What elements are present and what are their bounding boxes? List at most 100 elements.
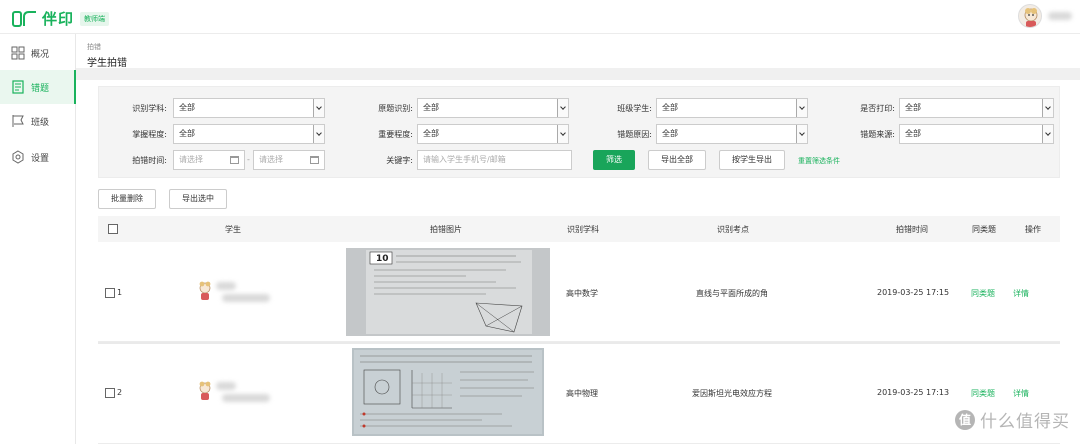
select-all-checkbox[interactable]: [108, 224, 118, 234]
watermark: 值 什么值得买: [955, 407, 1070, 432]
student-avatar: [197, 281, 213, 301]
row-index: 1: [117, 288, 123, 297]
app-name: 伴印: [42, 10, 75, 28]
class-value: 全部: [662, 103, 678, 112]
start-date-input[interactable]: 请选择: [173, 150, 245, 170]
class-select[interactable]: 全部: [656, 98, 808, 118]
gear-icon: [12, 150, 24, 164]
table-header: 学生 拍错图片 识别学科 识别考点 拍错时间 同类题 操作: [98, 216, 1060, 242]
chevron-down-icon: [796, 125, 807, 143]
mastery-select[interactable]: 全部: [173, 124, 325, 144]
reset-filters-link[interactable]: 重置筛选条件: [798, 156, 840, 166]
export-by-student-button[interactable]: 按学生导出: [719, 150, 785, 170]
reason-select[interactable]: 全部: [656, 124, 808, 144]
printed-value: 全部: [905, 103, 921, 112]
col-photo: 拍错图片: [430, 225, 462, 234]
chevron-down-icon: [796, 99, 807, 117]
user-name-blurred: [1048, 12, 1072, 20]
avatar-icon: [199, 281, 211, 300]
row-time: 2019-03-25 17:15: [877, 288, 950, 297]
row-checkbox[interactable]: [105, 388, 115, 398]
row-time: 2019-03-25 17:13: [877, 388, 950, 397]
sidebar-item-mistakes[interactable]: 错题: [0, 70, 76, 104]
similar-link[interactable]: 同类题: [971, 288, 995, 299]
detail-link[interactable]: 详情: [1013, 388, 1029, 399]
source-select[interactable]: 全部: [899, 124, 1054, 144]
mastery-value: 全部: [179, 129, 195, 138]
class-label: 班级学生:: [617, 104, 652, 113]
importance-value: 全部: [423, 129, 439, 138]
student-id-blurred: [222, 394, 270, 402]
row-subject: 高中物理: [566, 389, 598, 398]
detail-link[interactable]: 详情: [1013, 288, 1029, 299]
watermark-icon: 值: [955, 409, 975, 430]
sidebar-item-settings[interactable]: 设置: [0, 140, 76, 174]
row-checkbox[interactable]: [105, 288, 115, 298]
subject-select[interactable]: 全部: [173, 98, 325, 118]
student-name-blurred: [216, 382, 236, 390]
col-topic: 识别考点: [717, 225, 749, 234]
col-action: 操作: [1025, 225, 1041, 234]
date-separator: -: [247, 155, 250, 164]
chevron-down-icon: [557, 99, 568, 117]
printed-label: 是否打印:: [860, 104, 895, 113]
origin-value: 全部: [423, 103, 439, 112]
col-subject: 识别学科: [567, 225, 599, 234]
mistake-photo[interactable]: 10: [346, 248, 550, 336]
sidebar-item-label: 概况: [31, 49, 50, 60]
mistake-photo[interactable]: [352, 348, 544, 436]
filter-button[interactable]: 筛选: [593, 150, 635, 170]
chevron-down-icon: [313, 99, 324, 117]
col-student: 学生: [225, 225, 241, 234]
source-label: 错题来源:: [860, 130, 895, 139]
top-bar: 伴印 教师端: [0, 0, 1080, 34]
table-row: 2 高中物理 爱因斯坦光电效应方程 2019-03-25 17:13 同类题 详…: [98, 344, 1060, 444]
role-badge: 教师端: [80, 11, 110, 26]
breadcrumb[interactable]: 拍错: [87, 42, 101, 52]
importance-select[interactable]: 全部: [417, 124, 569, 144]
row-topic: 爱因斯坦光电效应方程: [692, 389, 772, 398]
batch-delete-button[interactable]: 批量删除: [98, 189, 156, 209]
table-row: 1 10 高中数学 直线与平面所成的角 2019-03-25 17:15 同类题…: [98, 242, 1060, 342]
calendar-icon: [230, 156, 239, 164]
keyword-placeholder: 请输入学生手机号/邮箱: [423, 155, 506, 164]
subject-value: 全部: [179, 103, 195, 112]
export-selected-button[interactable]: 导出选中: [169, 189, 227, 209]
end-date-placeholder: 请选择: [259, 155, 283, 164]
sidebar-item-overview[interactable]: 概况: [0, 36, 76, 70]
student-name-blurred: [216, 282, 236, 290]
importance-label: 重要程度:: [378, 130, 413, 139]
user-avatar[interactable]: [1018, 4, 1042, 28]
sidebar-item-label: 设置: [31, 153, 50, 164]
reason-label: 错题原因:: [617, 130, 652, 139]
filter-panel: 识别学科: 全部 原题识别: 全部 班级学生: 全部 是否打印: 全部 掌握程度…: [98, 86, 1060, 178]
avatar-icon: [199, 381, 211, 400]
export-all-button[interactable]: 导出全部: [648, 150, 706, 170]
chevron-down-icon: [1042, 99, 1053, 117]
col-similar: 同类题: [972, 225, 996, 234]
sidebar-item-class[interactable]: 班级: [0, 104, 76, 138]
student-id-blurred: [222, 294, 270, 302]
start-date-placeholder: 请选择: [179, 155, 203, 164]
avatar-icon: [1024, 8, 1038, 27]
similar-link[interactable]: 同类题: [971, 388, 995, 399]
mastery-label: 掌握程度:: [132, 130, 167, 139]
grid-icon: [11, 46, 25, 60]
row-index: 2: [117, 388, 123, 397]
student-avatar: [197, 381, 213, 401]
time-label: 拍错时间:: [132, 156, 167, 165]
keyword-input[interactable]: 请输入学生手机号/邮箱: [417, 150, 572, 170]
physics-worksheet-image: [354, 350, 542, 434]
flag-icon: [12, 115, 24, 127]
svg-text:10: 10: [376, 254, 389, 264]
chevron-down-icon: [313, 125, 324, 143]
origin-select[interactable]: 全部: [417, 98, 569, 118]
calendar-icon: [310, 156, 319, 164]
col-time: 拍错时间: [896, 225, 928, 234]
end-date-input[interactable]: 请选择: [253, 150, 325, 170]
logo-icon: [12, 10, 36, 27]
origin-label: 原题识别:: [378, 104, 413, 113]
section-divider: [76, 68, 1080, 80]
printed-select[interactable]: 全部: [899, 98, 1054, 118]
app-logo[interactable]: 伴印 教师端: [12, 8, 110, 29]
